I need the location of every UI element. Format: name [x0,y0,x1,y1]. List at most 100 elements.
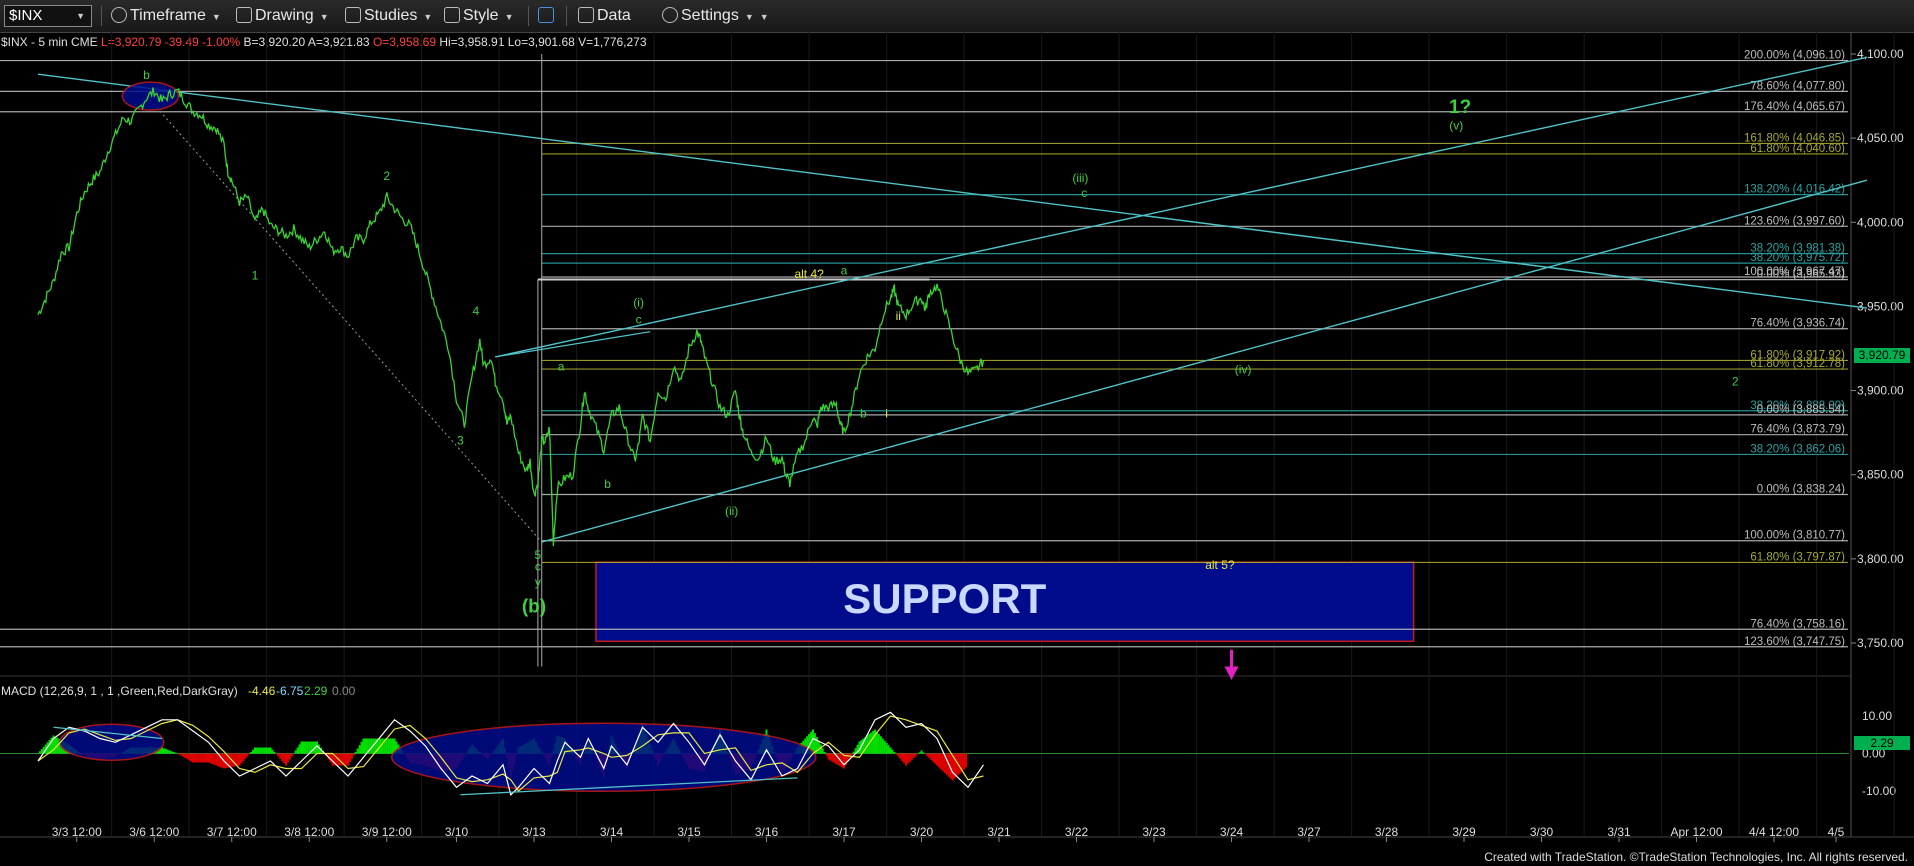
header-field: Hi=3,958.91 [436,35,505,49]
highlight-ellipse [121,81,180,111]
timeframe-menu[interactable]: Timeframe ▼ [111,5,221,27]
wave-label: (i) [633,295,644,309]
price-chart[interactable]: $INX - 5 min CME L=3,920.79 -39.49 -1.00… [0,32,1914,866]
wave-label: (iii) [1072,171,1088,185]
panels-button[interactable] [538,5,557,27]
fib-level-label: 76.40% (3,873.79) [1750,424,1845,436]
chevron-down-icon: ▼ [76,11,85,21]
fib-level-label: 38.20% (3,862.06) [1750,443,1845,455]
fib-level-label: 0.00% (3,885.54) [1757,404,1845,416]
style-menu[interactable]: Style ▼ [444,5,514,27]
header-field: O=3,958.69 [370,35,437,49]
wave-label: 2 [1732,375,1739,389]
trend-line [37,73,1868,309]
bar-chart-icon [578,7,594,23]
studies-label: Studies [364,7,418,24]
chart-header: $INX - 5 min CME L=3,920.79 -39.49 -1.00… [1,35,647,49]
header-field: -39.49 [161,35,199,49]
drawing-menu[interactable]: Drawing ▼ [236,5,329,27]
wave-label: 1? [1449,97,1471,118]
fib-level-label: 61.80% (3,912.78) [1750,358,1845,370]
fib-level-label: 76.40% (3,936.74) [1750,318,1845,330]
x-tick-label: 3/31 [1607,825,1631,839]
symbol-text: $INX [9,7,43,24]
wave-label: (ii) [725,504,738,518]
divider [566,6,567,26]
fib-level-label: 123.60% (3,747.75) [1744,636,1845,648]
wave-label: y [535,575,541,589]
wave-label: c [1081,186,1087,200]
x-tick-label: Apr 12:00 [1670,825,1722,839]
x-tick-label: 3/29 [1452,825,1476,839]
symbol-select[interactable]: $INX ▼ [4,5,92,27]
fib-level-label: 38.20% (3,975.72) [1750,252,1845,264]
x-tick-label: 3/7 12:00 [207,825,257,839]
wave-label: a [841,263,848,277]
macd-value: -4.46 [248,684,276,698]
fib-level-label: 0.00% (3,965.93) [1757,269,1845,281]
chevron-down-icon: ▼ [211,12,221,22]
macd-tick-label: 10.00 [1862,709,1892,723]
header-field: B=3,920.20 [240,35,305,49]
x-tick-label: 3/23 [1142,825,1166,839]
trend-line [541,179,1868,543]
x-tick-label: 3/28 [1375,825,1399,839]
wave-label: 4 [473,304,480,318]
fib-level-label: 100.00% (3,810.77) [1744,530,1845,542]
flask-icon [345,7,361,23]
fib-level-label: 61.80% (3,797.87) [1750,551,1845,563]
x-tick-label: 4/5 [1828,825,1845,839]
x-tick-label: 3/14 [600,825,624,839]
wave-label: ii [896,309,901,323]
data-menu[interactable]: Data [578,5,631,27]
wave-label: b [860,406,867,420]
macd-highlight-ellipse [391,722,817,792]
header-field: L=3,920.79 [98,35,162,49]
header-field: V=1,776,273 [575,35,647,49]
macd-value: 0.00 [332,684,356,698]
data-label: Data [597,7,631,24]
settings-menu[interactable]: Settings ▼ ▼ [662,5,769,27]
fib-level-label: 76.40% (3,758.16) [1750,618,1845,630]
wave-label: i [885,406,888,420]
x-tick-label: 3/10 [445,825,469,839]
chevron-down-icon: ▼ [319,12,329,22]
macd-current-tag: 2.29 [1854,736,1910,750]
wave-label: c [535,560,541,574]
timeframe-label: Timeframe [130,7,206,24]
style-icon [444,7,460,23]
y-tick-label: 4,050.00 [1857,131,1904,145]
wave-label: (iv) [1235,363,1252,377]
fib-level-label: 61.80% (4,040.60) [1750,143,1845,155]
macd-title: MACD (12,26,9, 1 , 1 ,Green,Red,DarkGray… [1,684,238,698]
chevron-down-icon: ▼ [744,12,754,22]
pencil-icon [236,7,252,23]
macd-value: 2.29 [304,684,328,698]
x-tick-label: 3/6 12:00 [129,825,179,839]
fib-level-label: 176.40% (4,065.67) [1744,101,1845,113]
gear-icon [662,7,678,23]
divider [528,6,529,26]
studies-menu[interactable]: Studies ▼ [345,5,432,27]
wave-label: a [558,359,565,373]
fib-level-label: 200.00% (4,096.10) [1744,50,1845,62]
wave-label: 1 [252,269,259,283]
drawing-label: Drawing [255,7,314,24]
y-tick-label: 3,800.00 [1857,552,1904,566]
x-tick-label: 3/22 [1065,825,1089,839]
wave-label: b [604,477,611,491]
x-tick-label: 3/16 [755,825,779,839]
divider [101,6,102,26]
wave-label: alt 5? [1205,558,1235,572]
clock-icon [111,7,127,23]
fib-level-label: 78.60% (4,077.80) [1750,80,1845,92]
chevron-down-icon: ▼ [759,12,769,22]
x-tick-label: 3/9 12:00 [362,825,412,839]
header-field: $INX - 5 min CME [1,35,98,49]
down-arrow-head [1224,666,1239,681]
wave-label: c [636,312,642,326]
wave-label: (b) [522,597,546,618]
x-tick-label: 3/15 [677,825,701,839]
x-tick-label: 4/4 12:00 [1749,825,1799,839]
wave-label: b [143,68,150,82]
